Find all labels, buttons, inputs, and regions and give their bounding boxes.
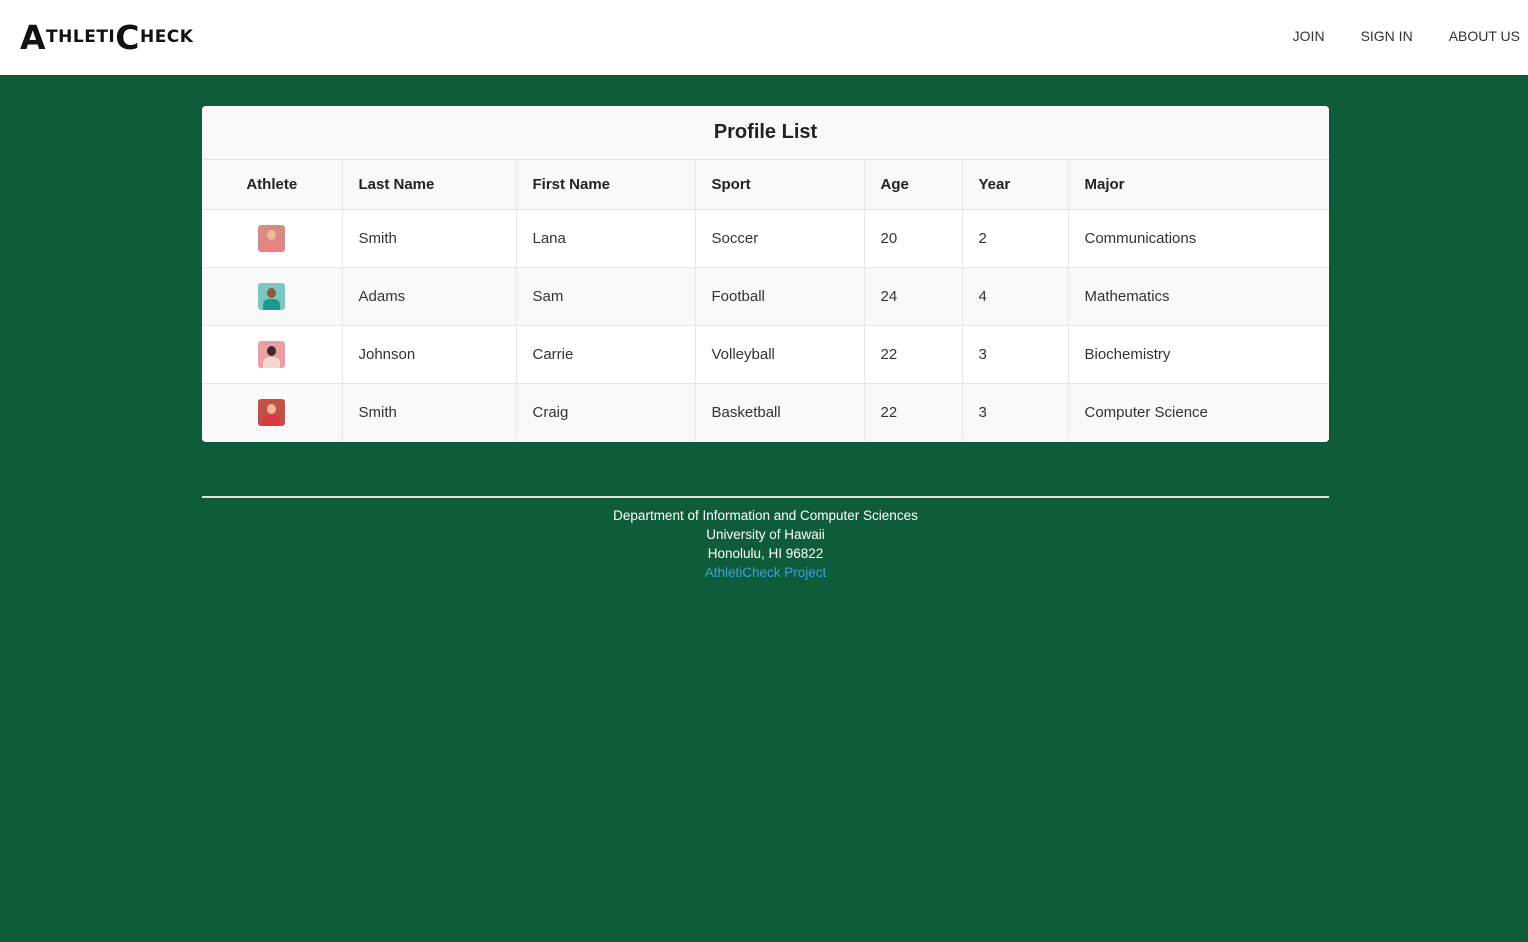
cell-first-name: Carrie [515,325,695,384]
cell-age: 22 [863,383,962,441]
column-header-age: Age [863,160,962,210]
table-row[interactable]: Johnson Carrie Volleyball 22 3 Biochemis… [202,325,1329,384]
cell-major: Computer Science [1067,383,1329,441]
nav-join-link[interactable]: JOIN [1293,28,1325,44]
cell-sport: Football [694,267,864,326]
profile-table: Athlete Last Name First Name Sport Age Y… [202,160,1329,441]
cell-year: 3 [961,383,1068,441]
female-athlete-avatar[interactable] [258,341,286,368]
column-header-first-name: First Name [515,160,695,210]
table-row[interactable]: Adams Sam Football 24 4 Mathematics [202,267,1329,326]
cell-year: 2 [961,209,1068,268]
male-athlete-avatar[interactable] [258,283,286,310]
cell-major: Mathematics [1067,267,1329,326]
cell-age: 22 [863,325,962,384]
cell-sport: Basketball [694,383,864,441]
column-header-athlete: Athlete [202,160,342,210]
navbar: A THLETI C HECK JOIN SIGN IN ABOUT US [0,0,1528,75]
cell-major: Biochemistry [1067,325,1329,384]
column-header-last-name: Last Name [341,160,516,210]
athleticheck-logo[interactable]: A THLETI C HECK [20,18,193,54]
profile-list-card: Profile List Athlete Last Name First Nam… [202,106,1329,442]
column-header-year: Year [961,160,1068,210]
footer-divider [202,496,1329,498]
male-athlete-avatar[interactable] [258,399,286,426]
nav-about-us-link[interactable]: ABOUT US [1449,28,1520,44]
cell-first-name: Craig [515,383,695,441]
female-athlete-avatar[interactable] [258,225,286,252]
footer-address: Honolulu, HI 96822 [707,546,824,561]
nav-sign-in-link[interactable]: SIGN IN [1361,28,1413,44]
cell-last-name: Smith [341,209,516,268]
table-row[interactable]: Smith Lana Soccer 20 2 Communications [202,209,1329,268]
footer-department: Department of Information and Computer S… [613,508,918,523]
cell-major: Communications [1067,209,1329,268]
table-header-row: Athlete Last Name First Name Sport Age Y… [202,160,1329,210]
cell-last-name: Johnson [341,325,516,384]
cell-year: 4 [961,267,1068,326]
cell-sport: Soccer [694,209,864,268]
footer: Department of Information and Computer S… [202,506,1329,582]
cell-first-name: Sam [515,267,695,326]
cell-sport: Volleyball [694,325,864,384]
profile-list-title: Profile List [202,106,1329,160]
footer-project-link[interactable]: AthletiCheck Project [705,565,827,580]
nav-links: JOIN SIGN IN ABOUT US [1257,28,1520,44]
footer-university: University of Hawaii [706,527,825,542]
column-header-major: Major [1067,160,1329,210]
column-header-sport: Sport [694,160,864,210]
table-row[interactable]: Smith Craig Basketball 22 3 Computer Sci… [202,383,1329,441]
cell-last-name: Adams [341,267,516,326]
cell-last-name: Smith [341,383,516,441]
cell-age: 24 [863,267,962,326]
cell-year: 3 [961,325,1068,384]
cell-age: 20 [863,209,962,268]
cell-first-name: Lana [515,209,695,268]
